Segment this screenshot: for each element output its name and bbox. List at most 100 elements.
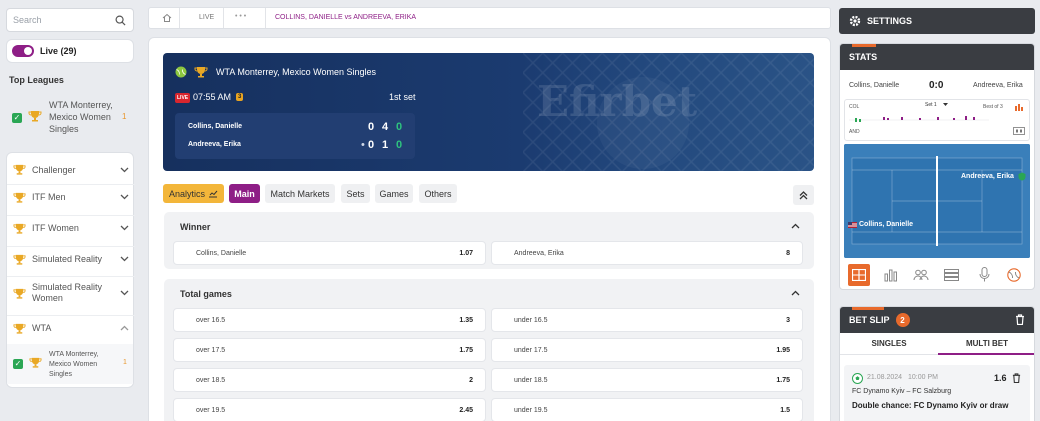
breadcrumb-ellipsis[interactable]: • • • — [235, 13, 246, 20]
tab-games[interactable]: Games — [375, 184, 413, 203]
search-icon[interactable] — [115, 15, 126, 26]
odd-value: 1.75 — [459, 346, 473, 354]
stats-header: STATS — [840, 44, 1034, 70]
players-icon[interactable] — [913, 269, 929, 281]
match-time: 07:55 AM — [193, 92, 232, 102]
top-leagues-title: Top Leagues — [9, 75, 64, 85]
search-input[interactable] — [13, 15, 113, 25]
momentum-and-label: AND — [849, 129, 860, 135]
court-visualization: Andreeva, Erika Collins, Danielle — [844, 144, 1030, 258]
tab-others[interactable]: Others — [419, 184, 457, 203]
wta-sub-count: 1 — [123, 359, 127, 366]
live-toggle-row[interactable]: Live (29) — [6, 39, 134, 63]
court-player1: Collins, Danielle — [859, 221, 914, 228]
tab-singles[interactable]: SINGLES — [840, 333, 938, 355]
category-label: Simulated Reality Women — [32, 282, 103, 303]
odd-value: 1.75 — [776, 376, 790, 384]
category-label: Simulated Reality — [32, 254, 103, 264]
odd-button[interactable]: over 16.5 1.35 — [173, 308, 486, 332]
flag-icon — [848, 222, 857, 228]
tab-sets[interactable]: Sets — [341, 184, 370, 203]
chevron-up-icon[interactable] — [791, 223, 800, 229]
wta-sub-item[interactable]: ✓ WTA Monterrey, Mexico Women Singles 1 — [7, 344, 133, 384]
tab-match-markets[interactable]: Match Markets — [265, 184, 335, 203]
bet-item[interactable]: 21.08.2024 10:00 PM 1.6 FC Dynamo Kyiv –… — [844, 365, 1030, 421]
tab-label: MULTI BET — [965, 338, 1009, 348]
category-simulated-reality-women[interactable]: Simulated Reality Women — [7, 276, 135, 309]
top-league-name: WTA Monterrey, Mexico Women Singles — [49, 100, 113, 134]
checkbox-checked[interactable]: ✓ — [13, 359, 23, 369]
tab-multi-bet[interactable]: MULTI BET — [938, 333, 1034, 355]
court-player2: Andreeva, Erika — [961, 173, 1014, 180]
player2-games: 1 — [382, 139, 389, 151]
list-icon[interactable] — [944, 269, 959, 281]
player1-name: Collins, Danielle — [188, 123, 243, 130]
football-icon — [852, 373, 863, 384]
chevron-down-icon[interactable] — [120, 225, 129, 231]
settings-label: SETTINGS — [867, 16, 913, 26]
odd-label: Collins, Danielle — [196, 249, 247, 257]
live-toggle[interactable] — [12, 45, 34, 57]
trash-icon[interactable] — [1015, 314, 1025, 325]
odd-label: Andreeva, Erika — [514, 249, 564, 257]
chart-icon — [208, 189, 218, 198]
stats-chart-icon[interactable] — [884, 268, 898, 282]
odd-button[interactable]: Collins, Danielle 1.07 — [173, 241, 486, 265]
tab-label: SINGLES — [871, 339, 907, 348]
breadcrumb-live[interactable]: LIVE — [199, 14, 214, 21]
tab-analytics[interactable]: Analytics — [163, 184, 224, 203]
odd-button[interactable]: over 19.5 2.45 — [173, 398, 486, 421]
odd-button[interactable]: under 18.5 1.75 — [491, 368, 803, 392]
chevron-down-icon[interactable] — [120, 290, 129, 296]
market-title: Winner — [180, 222, 211, 232]
bet-slip-panel: BET SLIP 2 SINGLES MULTI BET 21.08.2024 … — [839, 306, 1035, 421]
momentum-col-label: COL — [849, 104, 860, 110]
tournament-name: WTA Monterrey, Mexico Women Singles — [216, 67, 377, 77]
trophy-icon — [194, 65, 208, 79]
settings-button[interactable]: SETTINGS — [839, 8, 1035, 34]
top-league-item[interactable]: ✓ WTA Monterrey, Mexico Women Singles 1 — [6, 96, 134, 138]
bet-market: Double chance: FC Dynamo Kyiv or draw — [852, 401, 1009, 410]
microphone-icon[interactable] — [979, 267, 990, 282]
chevron-up-icon[interactable] — [791, 290, 800, 296]
odd-label: over 19.5 — [196, 406, 226, 414]
odd-button[interactable]: under 16.5 3 — [491, 308, 803, 332]
category-itf-women[interactable]: ITF Women — [7, 215, 135, 240]
tab-label: Sets — [346, 188, 365, 199]
tennis-ball-icon[interactable] — [1007, 268, 1021, 282]
chevron-down-icon[interactable] — [120, 167, 129, 173]
odd-button[interactable]: over 17.5 1.75 — [173, 338, 486, 362]
odd-value: 1.5 — [780, 406, 790, 414]
chevron-down-icon[interactable] — [120, 256, 129, 262]
bet-time: 10:00 PM — [908, 374, 938, 381]
odd-button[interactable]: under 17.5 1.95 — [491, 338, 803, 362]
odd-button[interactable]: Andreeva, Erika 8 — [491, 241, 803, 265]
bar-chart-icon[interactable] — [1015, 103, 1024, 111]
trash-icon[interactable] — [1012, 373, 1021, 383]
odd-value: 3 — [786, 316, 790, 324]
home-icon[interactable] — [162, 13, 172, 23]
collapse-all-button[interactable] — [793, 185, 814, 205]
odd-label: under 17.5 — [514, 346, 548, 354]
odd-button[interactable]: over 18.5 2 — [173, 368, 486, 392]
breadcrumb-match: COLLINS, DANIELLE vs ANDREEVA, ERIKA — [275, 14, 417, 21]
set-select[interactable]: Set 1 — [925, 102, 937, 108]
chevron-up-icon[interactable] — [120, 325, 129, 331]
category-itf-men[interactable]: ITF Men — [7, 184, 135, 209]
search-box — [6, 8, 134, 32]
player2-name: Andreeva, Erika — [188, 141, 241, 148]
court-view-button[interactable] — [848, 264, 870, 286]
player1-games: 4 — [382, 121, 389, 133]
checkbox-checked[interactable]: ✓ — [12, 113, 22, 123]
expand-icon[interactable] — [1013, 127, 1025, 135]
chevron-down-icon[interactable] — [120, 194, 129, 200]
tab-main[interactable]: Main — [229, 184, 260, 203]
category-simulated-reality[interactable]: Simulated Reality — [7, 246, 135, 271]
bet-date: 21.08.2024 — [867, 374, 903, 381]
odd-button[interactable]: under 19.5 1.5 — [491, 398, 803, 421]
bet-match: FC Dynamo Kyiv – FC Salzburg — [852, 388, 952, 395]
watermark: Efirbet — [537, 77, 698, 126]
stats-score: 0:0 — [929, 80, 944, 91]
category-wta[interactable]: WTA — [7, 315, 135, 340]
category-challenger[interactable]: Challenger — [7, 157, 135, 182]
